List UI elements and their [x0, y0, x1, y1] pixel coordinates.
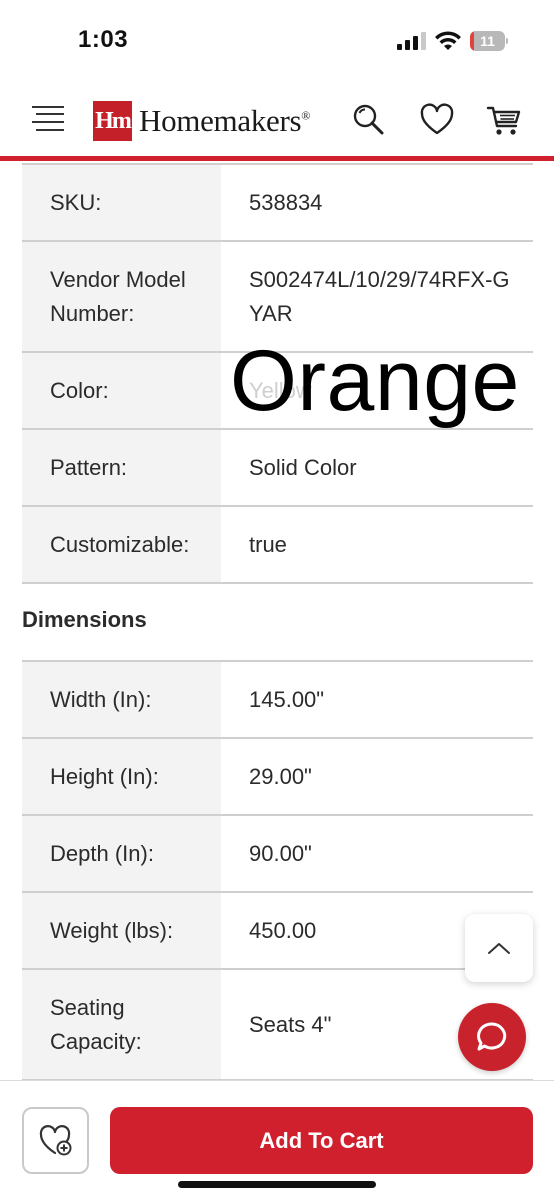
- spec-value: S002474L/10/29/74RFX-GYAR: [249, 266, 510, 326]
- dimensions-table: Width (In): 145.00" Height (In): 29.00" …: [22, 660, 533, 1081]
- spec-label: Vendor Model Number:: [22, 242, 221, 351]
- cart-icon[interactable]: [486, 102, 522, 138]
- spec-label: Customizable:: [22, 507, 221, 582]
- spec-value: Solid Color: [249, 454, 357, 480]
- add-to-cart-button[interactable]: Add To Cart: [110, 1107, 533, 1174]
- table-row: Vendor Model Number: S002474L/10/29/74RF…: [22, 242, 533, 353]
- spec-label: Color:: [22, 353, 221, 428]
- spec-label: Depth (In):: [22, 816, 221, 891]
- spec-label: Width (In):: [22, 662, 221, 737]
- table-row: Customizable: true: [22, 507, 533, 584]
- spec-value: 145.00": [249, 686, 325, 712]
- menu-icon[interactable]: [32, 104, 64, 132]
- header-accent-rule: [0, 156, 554, 161]
- section-title: Dimensions: [22, 607, 147, 632]
- heart-plus-icon: [39, 1124, 71, 1155]
- spec-label: Height (In):: [22, 739, 221, 814]
- table-row: Height (In): 29.00": [22, 739, 533, 816]
- signal-icon: [397, 32, 427, 50]
- table-row: SKU: 538834: [22, 165, 533, 242]
- home-indicator: [178, 1181, 376, 1188]
- spec-label: Seating Capacity:: [22, 970, 221, 1079]
- spec-value: Yellow: [249, 377, 312, 403]
- table-row: Depth (In): 90.00": [22, 816, 533, 893]
- logo-mark: Hm: [93, 101, 132, 141]
- status-time: 1:03: [78, 26, 129, 53]
- table-row: Pattern: Solid Color: [22, 430, 533, 507]
- table-row: Seating Capacity: Seats 4": [22, 970, 533, 1081]
- battery-icon: 11: [470, 31, 508, 51]
- table-row: Weight (lbs): 450.00: [22, 893, 533, 970]
- heart-icon[interactable]: [419, 102, 455, 138]
- logo[interactable]: Hm Homemakers®: [93, 101, 310, 141]
- table-row: Width (In): 145.00": [22, 662, 533, 739]
- spec-label: Pattern:: [22, 430, 221, 505]
- logo-text: Homemakers®: [139, 103, 311, 138]
- spec-label: Weight (lbs):: [22, 893, 221, 968]
- spec-label: SKU:: [22, 165, 221, 240]
- battery-level: 11: [480, 33, 495, 49]
- spec-value: 29.00": [249, 763, 312, 789]
- specifications-table: SKU: 538834 Vendor Model Number: S002474…: [22, 163, 533, 584]
- spec-value: 90.00": [249, 840, 312, 866]
- chat-icon: [477, 1022, 507, 1051]
- chevron-up-icon: [488, 943, 510, 954]
- wifi-icon: [435, 31, 461, 50]
- spec-value: 538834: [249, 189, 323, 215]
- scroll-to-top-button[interactable]: [465, 914, 533, 982]
- table-row: Color: Yellow: [22, 353, 533, 430]
- status-bar: 1:03 11: [0, 0, 554, 84]
- add-to-wishlist-button[interactable]: [22, 1107, 89, 1174]
- chat-button[interactable]: [458, 1003, 526, 1071]
- search-icon[interactable]: [350, 102, 386, 138]
- spec-value: true: [249, 531, 287, 557]
